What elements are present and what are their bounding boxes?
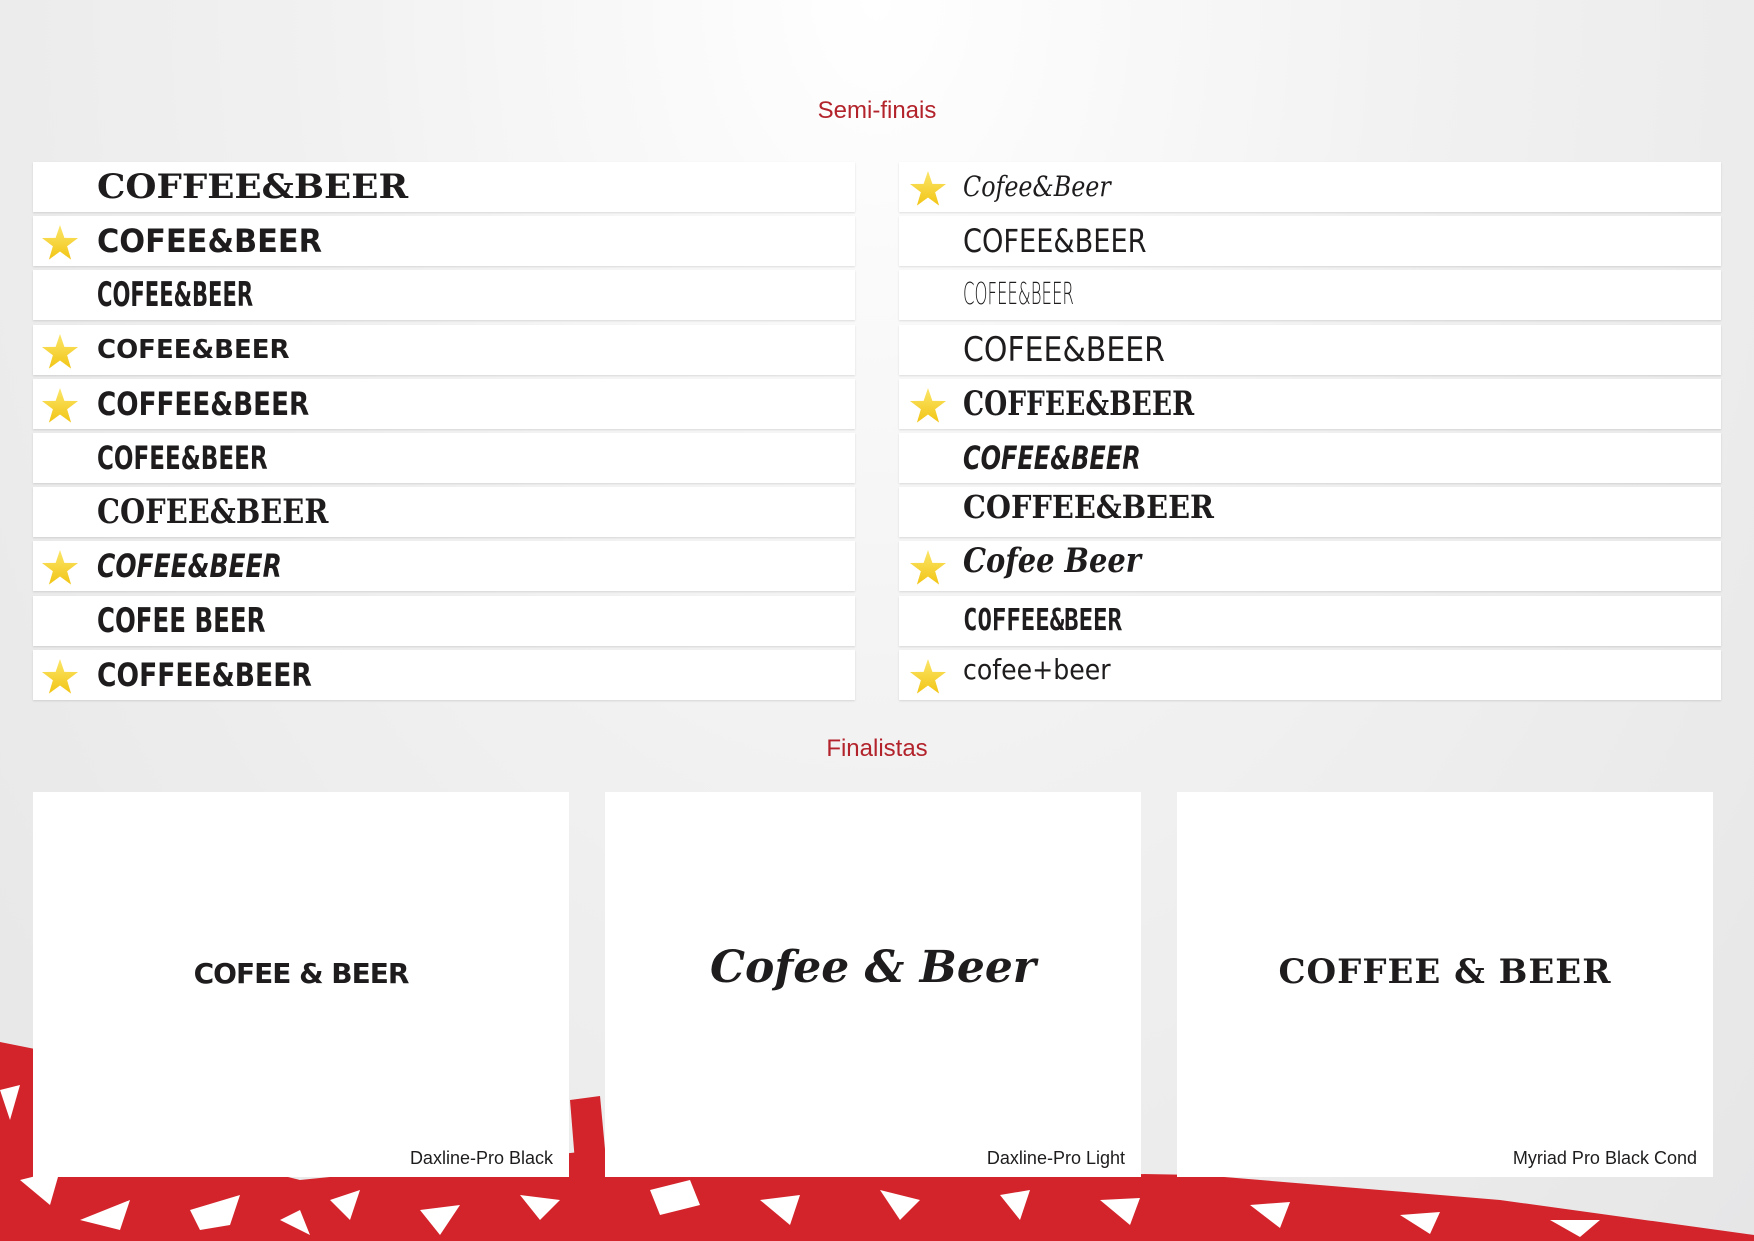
font-option-row: Cofee Beer <box>899 541 1721 592</box>
font-caption: Daxline-Pro Black <box>409 1148 553 1168</box>
font-sample-text: COFEE&BEER <box>97 492 329 533</box>
font-option-row: COFEE&BEER <box>899 216 1721 267</box>
finalist-logo: COFFEE & BEER <box>1278 952 1612 992</box>
font-sample-text: COFFEE&BEER <box>963 383 1195 424</box>
font-sample-text: COFFEE&BEER <box>97 655 312 694</box>
font-caption: Daxline-Pro Light <box>986 1148 1125 1168</box>
font-option-row: COFEE BEER <box>33 595 855 646</box>
star-icon <box>41 333 79 371</box>
font-sample-text: COFEE&BEER <box>97 439 268 477</box>
font-sample-text: COFEE&BEER <box>97 334 290 365</box>
star-icon <box>41 387 79 425</box>
font-sample-text: cofee+beer <box>963 652 1111 686</box>
font-sample-text: Cofee Beer <box>963 541 1141 582</box>
semifinals-title: Semi-finais <box>817 97 937 124</box>
font-option-row: COFFEE&BEER <box>33 378 855 429</box>
font-sample-text: Cofee&Beer <box>963 170 1111 203</box>
font-sample-text: COFEE&BEER <box>97 547 282 586</box>
finalist-logo: Cofee & Beer <box>709 942 1036 993</box>
font-option-row: COFEE&BEER <box>33 216 855 267</box>
font-option-row: COFFEE&BEER <box>33 649 855 700</box>
font-sample-text: COFEE&BEER <box>963 222 1147 261</box>
font-sample-text: COFFEE&BEER <box>97 384 310 423</box>
star-icon <box>41 549 79 587</box>
font-option-row: COFEE&BEER <box>33 487 855 538</box>
font-sample-text: COFEE&BEER <box>963 439 1141 477</box>
star-icon <box>909 170 947 208</box>
font-option-row: COFFEE&BEER <box>899 378 1721 429</box>
font-option-row: Cofee&Beer <box>899 162 1721 212</box>
finalists-title: Finalistas <box>826 735 928 762</box>
font-option-row: COFEE&BEER <box>899 270 1721 321</box>
font-option-row: COFEE&BEER <box>33 541 855 592</box>
font-option-row: COFEE&BEER <box>33 324 855 375</box>
finalist-card-2: Cofee & Beer Daxline-Pro Light <box>605 792 1141 1177</box>
font-sample-text: COFEE BEER <box>97 600 266 641</box>
font-sample-text: COFFEE&BEER <box>963 488 1214 527</box>
font-sample-text: COFEE&BEER <box>97 275 254 316</box>
font-sample-text: COFFEE&BEER <box>963 602 1122 638</box>
font-caption: Myriad Pro Black Cond <box>1512 1148 1697 1168</box>
finalist-card-1: COFEE & BEER Daxline-Pro Black <box>33 792 569 1177</box>
star-icon <box>909 658 947 696</box>
font-option-row: COFEE&BEER <box>899 433 1721 483</box>
finalist-logo: COFEE & BEER <box>193 957 410 990</box>
font-sample-text: COFFEE&BEER <box>97 167 409 207</box>
font-option-row: COFFEE&BEER <box>899 487 1721 538</box>
font-sample-text: COFEE&BEER <box>963 329 1165 370</box>
font-option-row: COFFEE&BEER <box>33 162 855 212</box>
font-option-row: COFEE&BEER <box>33 270 855 321</box>
star-icon <box>909 549 947 587</box>
star-icon <box>41 224 79 262</box>
font-option-row: COFEE&BEER <box>33 433 855 483</box>
font-sample-text: COFEE&BEER <box>963 277 1074 313</box>
finalist-card-3: COFFEE & BEER Myriad Pro Black Cond <box>1177 792 1713 1177</box>
font-option-row: cofee+beer <box>899 649 1721 700</box>
star-icon <box>41 658 79 696</box>
font-sample-text: COFEE&BEER <box>97 222 323 261</box>
star-icon <box>909 387 947 425</box>
font-option-row: COFFEE&BEER <box>899 595 1721 646</box>
font-option-row: COFEE&BEER <box>899 324 1721 375</box>
